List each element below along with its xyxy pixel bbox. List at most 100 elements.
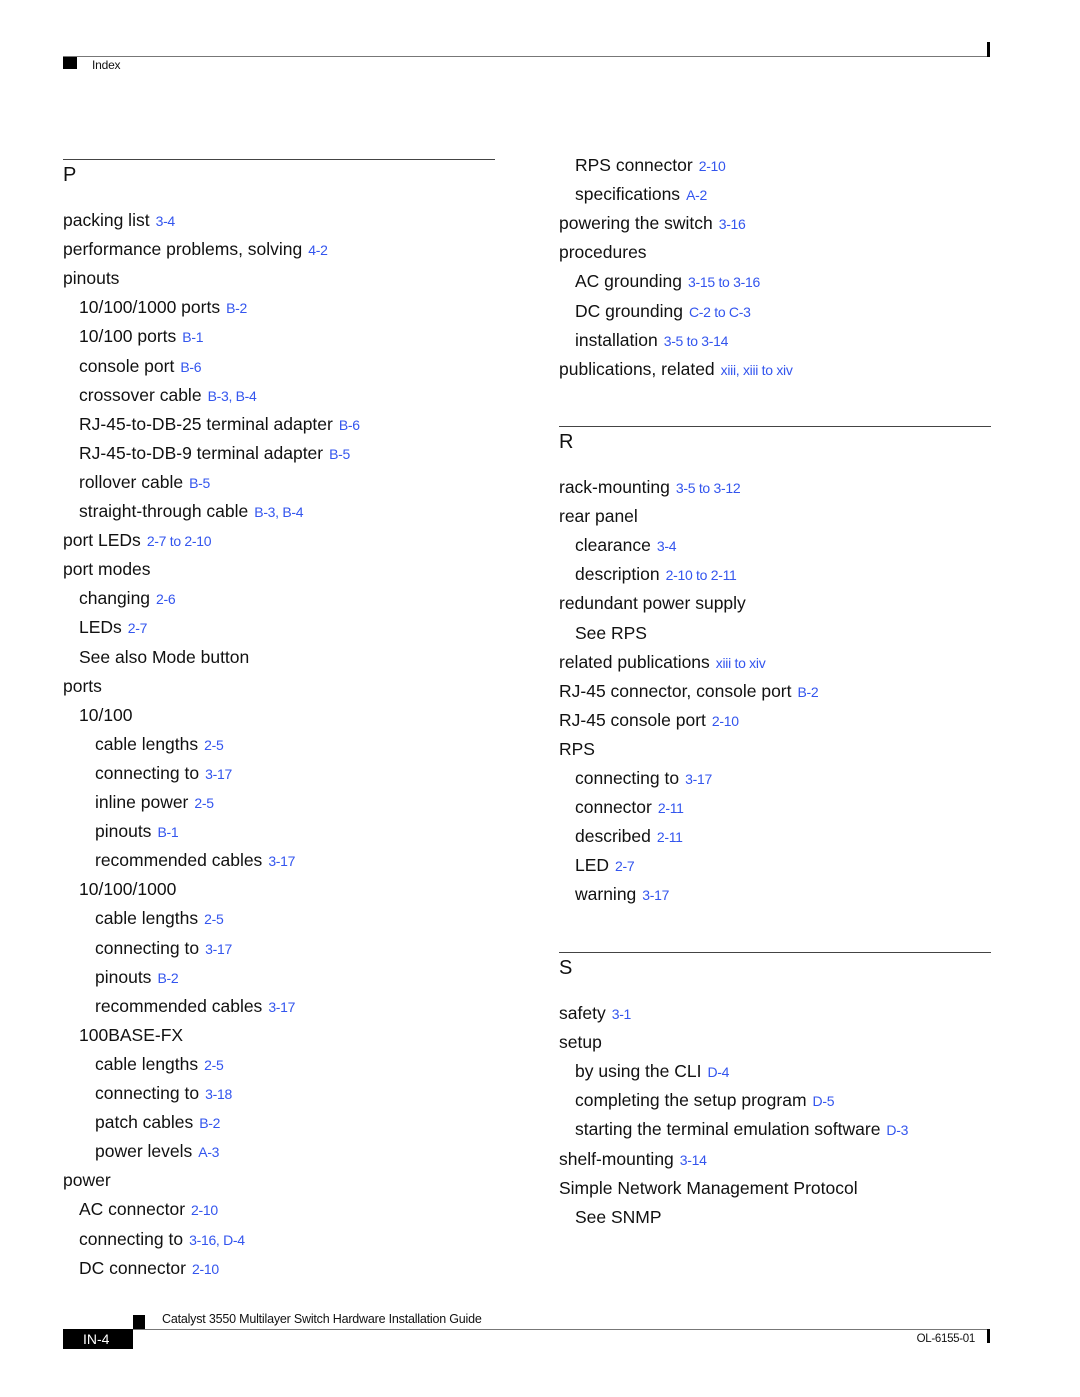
page-reference-link[interactable]: 2-5 xyxy=(204,737,224,753)
footer-page-number: IN-4 xyxy=(63,1329,133,1349)
index-entry: publications, related xiii, xiii to xiv xyxy=(559,358,793,381)
page-reference-link[interactable]: 2-5 xyxy=(194,795,214,811)
index-entry: ports xyxy=(63,675,102,697)
index-entry: shelf-mounting 3-14 xyxy=(559,1148,707,1171)
page-reference-link[interactable]: 2-10 xyxy=(192,1261,219,1277)
page-reference-link[interactable]: 3-17 xyxy=(205,766,232,782)
page-reference-link[interactable]: 3-1 xyxy=(612,1006,632,1022)
index-entry: specifications A-2 xyxy=(575,183,707,206)
page-reference-link[interactable]: 3-17 xyxy=(268,853,295,869)
index-term: description xyxy=(575,564,660,585)
index-term: by using the CLI xyxy=(575,1061,702,1082)
page-reference-link[interactable]: D-3 xyxy=(886,1122,908,1138)
page-reference-link[interactable]: 2-11 xyxy=(658,800,684,816)
page-reference-link[interactable]: B-5 xyxy=(189,475,210,491)
index-entry: LEDs 2-7 xyxy=(79,616,147,639)
page-reference-link[interactable]: B-6 xyxy=(180,359,201,375)
index-entry: description 2-10 to 2-11 xyxy=(575,563,737,586)
index-entry: AC connector 2-10 xyxy=(79,1198,218,1221)
page-reference-link[interactable]: 3-17 xyxy=(642,887,669,903)
page-reference-link[interactable]: 2-6 xyxy=(156,591,176,607)
index-term: changing xyxy=(79,588,151,609)
page-reference-link[interactable]: 3-17 xyxy=(205,941,232,957)
page-reference-link[interactable]: B-5 xyxy=(329,446,350,462)
page-reference-link[interactable]: B-2 xyxy=(798,684,819,700)
page-reference-link[interactable]: 3-16, D-4 xyxy=(189,1232,245,1248)
page-reference-link[interactable]: 3-5 to 3-14 xyxy=(664,333,729,349)
index-entry: DC grounding C-2 to C-3 xyxy=(575,300,751,323)
page-reference-link[interactable]: 2-7 xyxy=(128,620,148,636)
page-reference-link[interactable]: 2-10 xyxy=(712,713,739,729)
page-reference-link[interactable]: 3-14 xyxy=(680,1152,707,1168)
page-reference-link[interactable]: 2-10 xyxy=(191,1202,218,1218)
page-reference-link[interactable]: 4-2 xyxy=(308,242,328,258)
index-entry: See also Mode button xyxy=(79,646,249,668)
index-entry: safety 3-1 xyxy=(559,1002,631,1025)
page-reference-link[interactable]: A-2 xyxy=(686,187,707,203)
index-entry: pinouts xyxy=(63,267,119,289)
index-entry: installation 3-5 to 3-14 xyxy=(575,329,728,352)
page-reference-link[interactable]: 2-10 xyxy=(699,158,726,174)
index-entry: pinouts B-1 xyxy=(95,820,179,843)
index-entry: RPS xyxy=(559,738,595,760)
page-reference-link[interactable]: xiii, xiii to xiv xyxy=(721,362,793,378)
index-entry: RJ-45-to-DB-25 terminal adapter B-6 xyxy=(79,413,360,436)
page-reference-link[interactable]: D-4 xyxy=(707,1064,729,1080)
page-reference-link[interactable]: B-3, B-4 xyxy=(254,504,303,520)
index-entry: connecting to 3-17 xyxy=(575,767,712,790)
index-term: pinouts xyxy=(63,268,120,289)
page-reference-link[interactable]: B-1 xyxy=(182,329,203,345)
page-reference-link[interactable]: C-2 to C-3 xyxy=(689,304,751,320)
section-letter-heading: R xyxy=(559,431,574,453)
index-term: patch cables xyxy=(95,1112,194,1133)
index-term: See RPS xyxy=(575,622,647,643)
page-reference-link[interactable]: 2-7 to 2-10 xyxy=(147,533,212,549)
page-reference-link[interactable]: xiii to xiv xyxy=(716,655,766,671)
page-reference-link[interactable]: B-2 xyxy=(226,300,247,316)
index-entry: cable lengths 2-5 xyxy=(95,733,224,756)
page-reference-link[interactable]: B-1 xyxy=(157,824,178,840)
page-reference-link[interactable]: 3-17 xyxy=(685,771,712,787)
footer-rule xyxy=(133,1329,989,1330)
index-term: specifications xyxy=(575,184,681,205)
page-reference-link[interactable]: A-3 xyxy=(198,1144,219,1160)
index-term: recommended cables xyxy=(95,995,263,1016)
index-term: warning xyxy=(575,884,637,905)
index-entry: rack-mounting 3-5 to 3-12 xyxy=(559,476,741,499)
page-reference-link[interactable]: 2-5 xyxy=(204,1057,224,1073)
index-term: RPS connector xyxy=(575,155,693,175)
page-reference-link[interactable]: 3-5 to 3-12 xyxy=(676,480,741,496)
page-reference-link[interactable]: D-5 xyxy=(813,1093,835,1109)
page-reference-link[interactable]: 3-4 xyxy=(657,538,677,554)
index-term: inline power xyxy=(95,792,189,812)
page-reference-link[interactable]: 2-7 xyxy=(615,858,635,874)
section-rule xyxy=(559,952,991,953)
page-reference-link[interactable]: B-2 xyxy=(157,970,178,986)
section-rule xyxy=(559,426,991,427)
index-entry: procedures xyxy=(559,241,647,263)
index-entry: Simple Network Management Protocol xyxy=(559,1177,858,1199)
page-reference-link[interactable]: 3-18 xyxy=(205,1086,232,1102)
page-reference-link[interactable]: B-3, B-4 xyxy=(208,388,257,404)
index-term: AC connector xyxy=(79,1199,186,1220)
page-reference-link[interactable]: 2-10 to 2-11 xyxy=(666,567,737,583)
page-reference-link[interactable]: B-6 xyxy=(339,417,360,433)
index-term: RJ-45 connector, console port xyxy=(559,680,792,701)
index-term: port modes xyxy=(63,559,151,580)
page-reference-link[interactable]: 3-4 xyxy=(156,213,176,229)
page-reference-link[interactable]: 2-11 xyxy=(657,829,683,845)
index-entry: connecting to 3-18 xyxy=(95,1082,232,1105)
index-entry: console port B-6 xyxy=(79,355,202,378)
page-reference-link[interactable]: B-2 xyxy=(199,1115,220,1131)
index-entry: rollover cable B-5 xyxy=(79,471,210,494)
index-term: 10/100 xyxy=(79,704,133,725)
index-term: publications, related xyxy=(559,358,715,379)
header-edge-mark xyxy=(987,42,990,57)
page-reference-link[interactable]: 3-16 xyxy=(719,216,746,232)
page-reference-link[interactable]: 3-17 xyxy=(268,999,295,1015)
index-entry: starting the terminal emulation software… xyxy=(575,1118,908,1141)
page-reference-link[interactable]: 3-15 to 3-16 xyxy=(688,274,760,290)
page-reference-link[interactable]: 2-5 xyxy=(204,911,224,927)
index-entry: related publications xiii to xiv xyxy=(559,651,766,674)
header-section-label: Index xyxy=(92,58,121,72)
